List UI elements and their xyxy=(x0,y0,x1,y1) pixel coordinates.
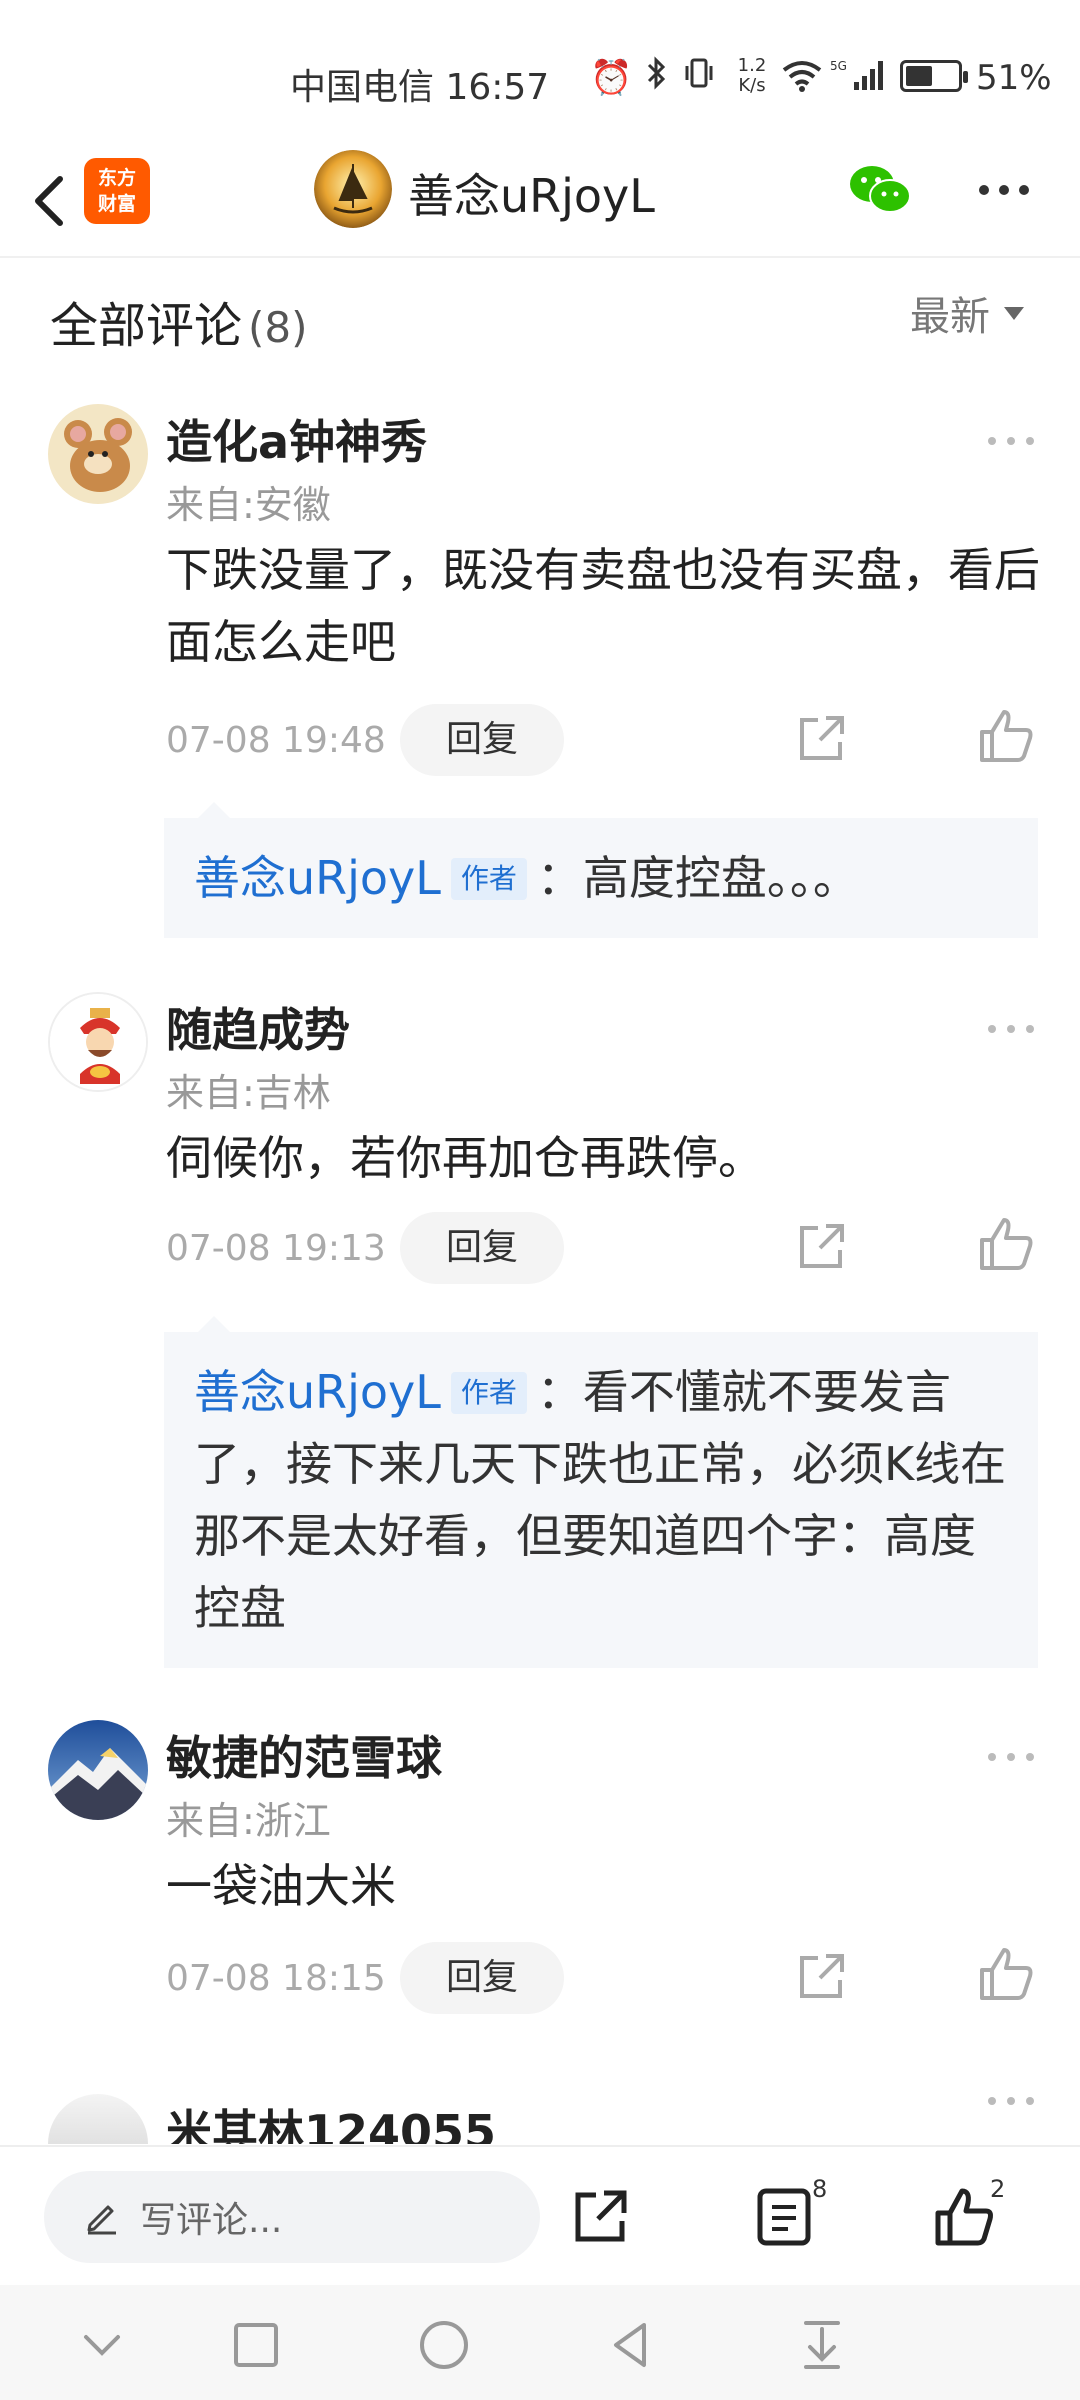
comment-item: 米其林124055 xyxy=(0,2094,1080,2144)
recent-apps-icon[interactable] xyxy=(226,2315,286,2375)
status-bar: 中国电信 16:57 ⏰ 1.2 K/s 5G 51% xyxy=(0,0,1080,150)
share-icon[interactable] xyxy=(570,2185,632,2247)
chevron-down-icon[interactable] xyxy=(72,2315,132,2375)
comment-more-icon[interactable] xyxy=(986,434,1036,448)
reply-button[interactable]: 回复 xyxy=(400,704,564,776)
battery-icon xyxy=(900,60,968,92)
carrier-time: 中国电信 16:57 xyxy=(290,67,550,108)
comment-input-placeholder: 写评论... xyxy=(140,2200,283,2241)
sort-dropdown[interactable]: 最新 xyxy=(910,284,1024,342)
like-icon[interactable] xyxy=(976,1944,1036,2004)
comment-time: 07-08 19:48 xyxy=(166,720,386,761)
reply-author-name[interactable]: 善念uRjoyL xyxy=(194,1365,441,1419)
notification-pulldown-icon[interactable] xyxy=(792,2315,852,2375)
battery-fill xyxy=(906,66,932,86)
comment-text: 一袋油大米 xyxy=(166,1859,396,1913)
reply-author-name[interactable]: 善念uRjoyL xyxy=(194,851,441,905)
author-reply: 善念uRjoyL 作者 ：看不懂就不要发言了，接下来几天下跌也正常，必须K线在那不是… xyxy=(164,1316,1038,1668)
brand-logo-line1: 东方 xyxy=(97,167,136,189)
net-speed-unit: K/s xyxy=(738,75,766,96)
reply-button[interactable]: 回复 xyxy=(400,1942,564,2014)
commenter-name[interactable]: 造化a钟神秀 xyxy=(166,406,427,472)
status-icons: ⏰ xyxy=(590,56,716,99)
more-options-icon[interactable] xyxy=(976,180,1032,200)
share-icon[interactable] xyxy=(792,1216,852,1276)
comment-text: 伺候你，若你再加仓再跌停。 xyxy=(166,1131,764,1185)
comments-count-badge: 8 xyxy=(812,2175,828,2203)
commenter-name[interactable]: 随趋成势 xyxy=(166,994,350,1060)
comments-title-text: 全部评论 xyxy=(50,298,243,354)
signal-icon: 5G xyxy=(830,59,883,90)
like-icon[interactable] xyxy=(932,2185,996,2249)
commenter-name[interactable]: 敏捷的范雪球 xyxy=(166,1722,442,1788)
comments-section-title: 全部评论 (8) xyxy=(50,286,308,356)
write-comment-input[interactable]: 写评论... xyxy=(44,2171,540,2263)
comments-list-icon[interactable] xyxy=(756,2187,812,2247)
network-speed: 1.2 K/s xyxy=(732,56,772,96)
like-icon[interactable] xyxy=(976,706,1036,766)
brand-logo-line2: 财富 xyxy=(97,193,136,215)
comment-more-icon[interactable] xyxy=(986,1750,1036,1764)
vibrate-icon xyxy=(682,56,716,99)
back-icon[interactable] xyxy=(22,165,82,235)
commenter-location: 来自:浙江 xyxy=(166,1799,331,1843)
bluetooth-icon xyxy=(646,56,668,99)
dropdown-caret-icon xyxy=(1004,306,1024,320)
reply-text: ：高度控盘。。。 xyxy=(536,851,859,905)
commenter-avatar[interactable] xyxy=(48,404,148,504)
author-badge: 作者 xyxy=(450,1372,527,1414)
share-icon[interactable] xyxy=(792,708,852,768)
wechat-share-icon[interactable] xyxy=(848,162,912,218)
author-badge: 作者 xyxy=(450,858,527,900)
sort-label: 最新 xyxy=(910,294,990,340)
comment-time: 07-08 19:13 xyxy=(166,1228,386,1269)
likes-count-badge: 2 xyxy=(990,2175,1006,2203)
comment-time: 07-08 18:15 xyxy=(166,1958,386,1999)
like-icon[interactable] xyxy=(976,1214,1036,1274)
battery-percent: 51% xyxy=(976,58,1052,98)
commenter-avatar[interactable] xyxy=(48,2094,148,2144)
commenter-avatar[interactable] xyxy=(48,1720,148,1820)
top-navigation: 东方 财富 善念uRjoyL xyxy=(0,150,1080,258)
share-icon[interactable] xyxy=(792,1946,852,2006)
commenter-name[interactable]: 米其林124055 xyxy=(166,2096,496,2144)
net-speed-value: 1.2 xyxy=(737,55,767,76)
svg-text:5G: 5G xyxy=(830,59,847,73)
author-avatar[interactable] xyxy=(314,150,392,228)
system-navigation-bar xyxy=(0,2285,1080,2400)
page-title: 善念uRjoyL xyxy=(408,169,655,223)
commenter-location: 来自:安徽 xyxy=(166,483,331,527)
commenter-location: 来自:吉林 xyxy=(166,1071,331,1115)
pencil-icon xyxy=(87,2205,116,2235)
alarm-icon: ⏰ xyxy=(590,57,633,98)
reply-button[interactable]: 回复 xyxy=(400,1212,564,1284)
comment-text: 下跌没量了，既没有卖盘也没有买盘，看后面怎么走吧 xyxy=(166,543,1040,669)
comments-count: (8) xyxy=(248,303,308,352)
comment-more-icon[interactable] xyxy=(986,2094,1036,2108)
back-nav-icon[interactable] xyxy=(602,2315,662,2375)
brand-logo[interactable]: 东方 财富 xyxy=(84,158,150,224)
author-reply: 善念uRjoyL 作者 ：高度控盘。。。 xyxy=(164,802,1038,938)
comment-more-icon[interactable] xyxy=(986,1022,1036,1036)
wifi-icon xyxy=(782,61,822,92)
home-icon[interactable] xyxy=(414,2315,474,2375)
bottom-action-bar: 写评论... 8 2 xyxy=(0,2145,1080,2285)
commenter-avatar[interactable] xyxy=(48,992,148,1092)
